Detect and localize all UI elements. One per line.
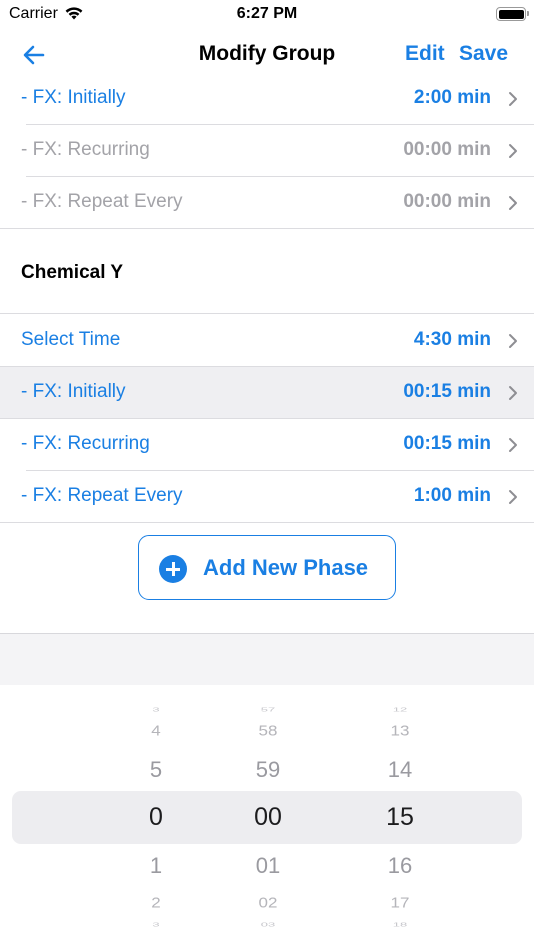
table-row[interactable]: - FX: Repeat Every 00:00 min	[0, 177, 534, 229]
picker-column-minutes[interactable]: 57 58 59 00 01 02 03	[218, 685, 318, 950]
save-button[interactable]: Save	[459, 42, 508, 66]
row-label: - FX: Recurring	[21, 139, 150, 160]
back-button[interactable]	[18, 40, 50, 70]
picker-value: 3	[152, 921, 160, 928]
row-label: - FX: Initially	[21, 87, 126, 108]
picker-value: 3	[152, 706, 160, 713]
picker-value: 17	[390, 894, 410, 911]
picker-value: 5	[149, 757, 163, 782]
status-bar: Carrier 6:27 PM	[0, 0, 534, 30]
row-value: 4:30 min	[413, 329, 491, 350]
picker-value: 01	[255, 853, 281, 878]
arrow-left-icon	[23, 45, 45, 65]
section-separator	[0, 228, 534, 229]
row-label: - FX: Initially	[21, 381, 126, 402]
add-new-phase-label: Add New Phase	[203, 555, 369, 580]
select-time-row[interactable]: Select Time 4:30 min	[0, 315, 534, 367]
picker-value: 58	[258, 722, 278, 739]
table-row-selected[interactable]: - FX: Initially 00:15 min	[0, 367, 534, 419]
chevron-right-icon	[509, 386, 517, 400]
add-new-phase-button[interactable]: Add New Phase	[138, 535, 396, 600]
edit-button[interactable]: Edit	[405, 42, 445, 66]
navigation-bar: Modify Group Edit Save	[0, 34, 534, 76]
picker-value: 02	[258, 894, 278, 911]
row-value: 1:00 min	[413, 485, 491, 506]
row-value: 00:15 min	[403, 381, 491, 402]
picker-value: 03	[260, 921, 276, 928]
picker-value: 18	[392, 921, 408, 928]
picker-value: 4	[151, 722, 161, 739]
picker-value: 16	[387, 853, 413, 878]
battery-level	[498, 9, 524, 19]
picker-selected-value: 0	[149, 803, 163, 831]
picker-column-seconds[interactable]: 12 13 14 15 16 17 18	[350, 685, 450, 950]
chevron-right-icon	[509, 144, 517, 158]
status-time: 6:27 PM	[236, 5, 298, 22]
picker-value: 2	[151, 894, 161, 911]
table-row[interactable]: - FX: Recurring 00:00 min	[0, 125, 534, 177]
picker-selected-value: 00	[254, 803, 282, 831]
table-row[interactable]: - FX: Recurring 00:15 min	[0, 419, 534, 471]
picker-column-hours[interactable]: 3 4 5 0 1 2 3	[106, 685, 206, 950]
row-label: - FX: Repeat Every	[21, 485, 183, 506]
picker-value: 12	[392, 706, 408, 713]
picker-selected-value: 15	[386, 803, 414, 831]
row-value: 00:00 min	[403, 191, 491, 212]
chevron-right-icon	[509, 196, 517, 210]
page-title: Modify Group	[198, 42, 336, 65]
row-value: 00:15 min	[403, 433, 491, 454]
row-value: 00:00 min	[403, 139, 491, 160]
section-separator	[0, 313, 534, 314]
chevron-right-icon	[509, 92, 517, 106]
picker-value: 13	[390, 722, 410, 739]
row-label: - FX: Recurring	[21, 433, 150, 454]
picker-value: 14	[387, 757, 413, 782]
picker-value: 1	[149, 853, 163, 878]
row-value: 2:00 min	[413, 87, 491, 108]
plus-circle-icon	[159, 555, 187, 583]
time-picker[interactable]: 3 4 5 0 1 2 3 57 58 59 00 01 02 03 12 13…	[0, 685, 534, 950]
row-separator	[0, 522, 534, 523]
chevron-right-icon	[509, 438, 517, 452]
table-row[interactable]: - FX: Initially 2:00 min	[0, 73, 534, 125]
picker-value: 57	[260, 706, 276, 713]
chevron-right-icon	[509, 490, 517, 504]
row-label: - FX: Repeat Every	[21, 191, 183, 212]
battery-icon	[496, 7, 529, 21]
row-label: Select Time	[21, 329, 121, 350]
picker-toolbar	[0, 633, 534, 685]
section-header: Chemical Y	[21, 262, 124, 283]
picker-value: 59	[255, 757, 281, 782]
chevron-right-icon	[509, 334, 517, 348]
table-row[interactable]: - FX: Repeat Every 1:00 min	[0, 471, 534, 523]
